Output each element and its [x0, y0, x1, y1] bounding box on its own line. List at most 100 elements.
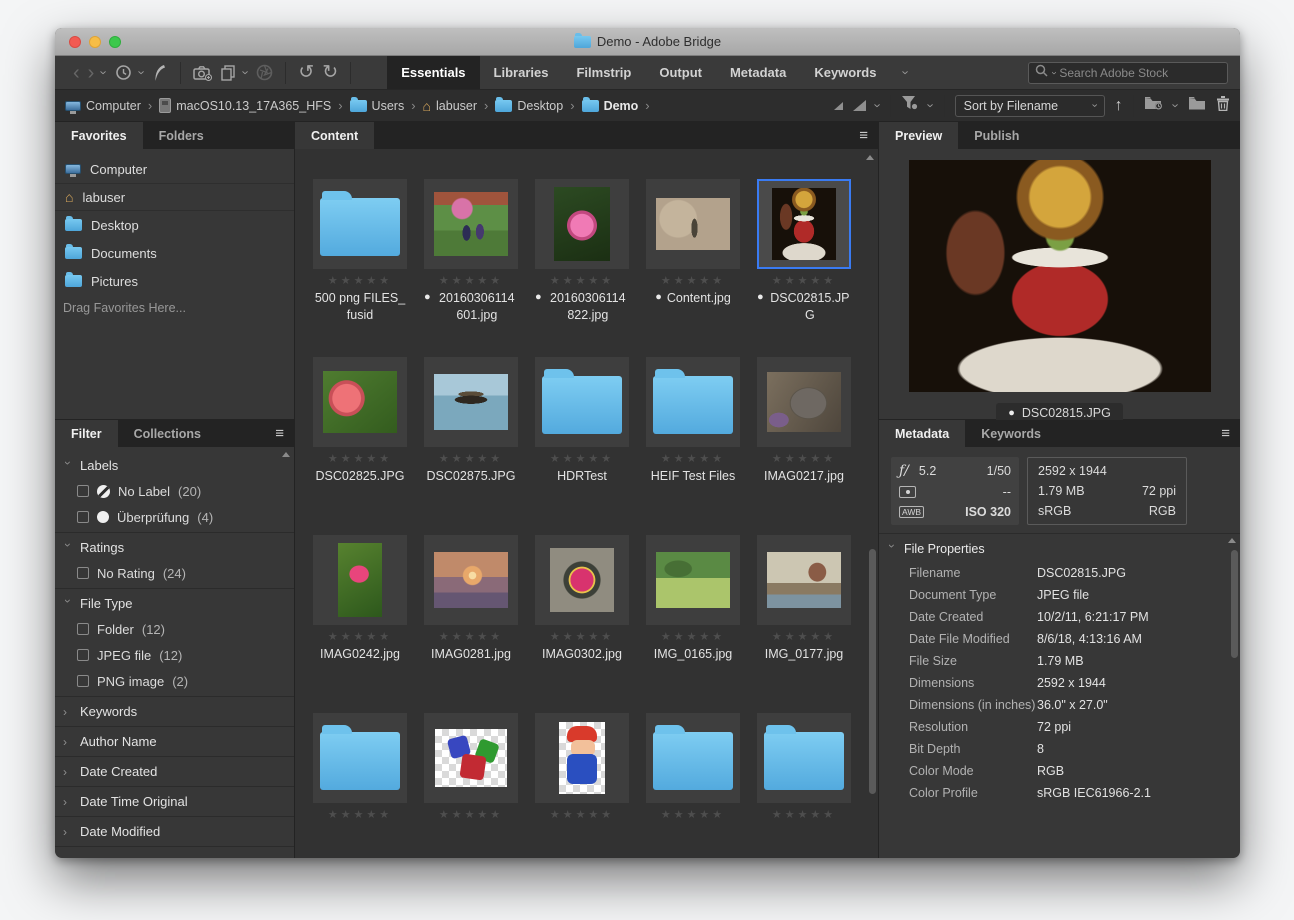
refine-aperture-icon[interactable] — [256, 64, 273, 81]
open-recent-icon[interactable] — [1144, 95, 1164, 116]
thumbnail-cell[interactable]: ★★★★★ — [535, 713, 629, 858]
thumbnail-card[interactable] — [757, 535, 851, 625]
rating-stars[interactable]: ★★★★★ — [661, 808, 725, 821]
filter-checkbox[interactable] — [77, 511, 89, 523]
filter-item[interactable]: PNG image(2) — [55, 668, 294, 694]
thumbnail-card[interactable] — [535, 357, 629, 447]
thumbnail-cell[interactable]: ★★★★★DSC02825.JPG — [313, 357, 407, 535]
filter-scroll-up-icon[interactable] — [282, 452, 290, 457]
metadata-menu-icon[interactable]: ≡ — [1221, 420, 1230, 447]
filter-item[interactable]: Überprüfung(4) — [55, 504, 294, 530]
thumbnail-cell[interactable]: ★★★★★ — [424, 713, 518, 858]
thumbnail-cell[interactable]: ★★★★★●20160306114601.jpg — [424, 179, 518, 357]
rating-stars[interactable]: ★★★★★ — [550, 808, 614, 821]
thumbnail-cell[interactable]: ★★★★★IMAG0217.jpg — [757, 357, 851, 535]
thumbnail-quality-icon[interactable] — [853, 100, 866, 111]
content-scroll-up-icon[interactable] — [866, 155, 874, 160]
thumbnail-card[interactable] — [535, 535, 629, 625]
workspace-tab-essentials[interactable]: Essentials — [387, 56, 479, 89]
thumbnail-quality-quick-icon[interactable] — [834, 102, 843, 110]
tab-favorites[interactable]: Favorites — [55, 122, 143, 149]
filter-rating-icon[interactable] — [901, 95, 919, 116]
thumbnail-cell[interactable]: ★★★★★IMAG0281.jpg — [424, 535, 518, 713]
minimize-window-button[interactable] — [89, 36, 101, 48]
file-property-value[interactable]: 8/6/18, 4:13:16 AM — [1037, 632, 1142, 646]
rating-stars[interactable]: ★★★★★ — [550, 452, 614, 465]
thumbnail-cell[interactable]: ★★★★★●Content.jpg — [646, 179, 740, 357]
thumbnail-cell[interactable]: ★★★★★●20160306114822.jpg — [535, 179, 629, 357]
sort-ascending-icon[interactable]: ↑ — [1115, 98, 1123, 114]
breadcrumb-item[interactable]: Users — [350, 99, 405, 113]
filter-section-header[interactable]: ›Date Modified — [55, 819, 294, 844]
rating-stars[interactable]: ★★★★★ — [661, 274, 725, 287]
sidebar-item-pictures[interactable]: Pictures — [55, 267, 294, 295]
thumbnail-card[interactable] — [535, 713, 629, 803]
rating-stars[interactable]: ★★★★★ — [661, 452, 725, 465]
filter-item[interactable]: No Label(20) — [55, 478, 294, 504]
file-property-value[interactable]: 72 ppi — [1037, 720, 1071, 734]
rating-stars[interactable]: ★★★★★ — [772, 808, 836, 821]
filter-section-header[interactable]: ›Author Name — [55, 729, 294, 754]
rating-stars[interactable]: ★★★★★ — [772, 630, 836, 643]
thumbnail-cell[interactable]: ★★★★★IMG_0177.jpg — [757, 535, 851, 713]
nav-dropdown-icon[interactable]: › — [98, 70, 111, 74]
file-property-value[interactable]: 10/2/11, 6:21:17 PM — [1037, 610, 1149, 624]
rating-stars[interactable]: ★★★★★ — [439, 452, 503, 465]
tab-content[interactable]: Content — [295, 122, 374, 149]
thumbnail-cell[interactable]: ★★★★★HDRTest — [535, 357, 629, 535]
filter-checkbox[interactable] — [77, 675, 89, 687]
filter-checkbox[interactable] — [77, 485, 89, 497]
filter-section-header[interactable]: ›Ratings — [55, 535, 294, 560]
metadata-scroll-up-icon[interactable] — [1228, 538, 1236, 543]
filter-checkbox[interactable] — [77, 649, 89, 661]
sidebar-item-computer[interactable]: Computer — [55, 155, 294, 183]
forward-icon[interactable]: › — [88, 63, 95, 83]
rating-stars[interactable]: ★★★★★ — [772, 452, 836, 465]
metadata-scrollbar[interactable] — [1231, 550, 1238, 658]
thumbnail-card[interactable] — [757, 713, 851, 803]
delete-trash-icon[interactable] — [1216, 95, 1230, 116]
undo-icon[interactable]: ↺ — [298, 63, 314, 82]
content-scrollbar[interactable] — [869, 549, 876, 794]
filter-section-header[interactable]: ›Labels — [55, 453, 294, 478]
file-property-value[interactable]: sRGB IEC61966-2.1 — [1037, 786, 1151, 800]
thumbnail-cell[interactable]: ★★★★★ — [757, 713, 851, 858]
thumbnail-card[interactable] — [646, 535, 740, 625]
rating-stars[interactable]: ★★★★★ — [439, 274, 503, 287]
import-from-camera-icon[interactable] — [193, 65, 212, 81]
thumbnail-cell[interactable]: ★★★★★ — [646, 713, 740, 858]
thumbnail-card[interactable] — [313, 535, 407, 625]
search-scope-icon[interactable]: › — [1049, 71, 1059, 74]
file-property-value[interactable]: 2592 x 1944 — [1037, 676, 1106, 690]
thumbnail-card[interactable] — [424, 357, 518, 447]
thumbnail-card[interactable] — [646, 179, 740, 269]
workspace-tab-keywords[interactable]: Keywords — [800, 56, 890, 89]
thumbnail-card[interactable] — [646, 357, 740, 447]
thumbnail-card[interactable] — [313, 713, 407, 803]
file-property-value[interactable]: JPEG file — [1037, 588, 1089, 602]
workspace-tab-metadata[interactable]: Metadata — [716, 56, 800, 89]
back-icon[interactable]: ‹ — [73, 63, 80, 83]
search-box[interactable]: › — [1028, 62, 1228, 84]
filter-item[interactable]: Folder(12) — [55, 616, 294, 642]
file-properties-header[interactable]: › File Properties — [879, 540, 1240, 562]
batch-dropdown-icon[interactable]: › — [240, 70, 253, 74]
rating-stars[interactable]: ★★★★★ — [439, 630, 503, 643]
thumbnail-cell[interactable]: ★★★★★DSC02875.JPG — [424, 357, 518, 535]
thumbnail-card[interactable] — [313, 179, 407, 269]
filter-dropdown-icon[interactable]: › — [925, 103, 938, 107]
quality-dropdown-icon[interactable]: › — [872, 103, 885, 107]
breadcrumb-item[interactable]: Demo — [582, 99, 639, 113]
rating-stars[interactable]: ★★★★★ — [550, 274, 614, 287]
filter-section-header[interactable]: ›File Type — [55, 591, 294, 616]
tab-collections[interactable]: Collections — [118, 420, 217, 447]
file-property-value[interactable]: 8 — [1037, 742, 1044, 756]
filter-menu-icon[interactable]: ≡ — [275, 420, 284, 447]
thumbnail-cell[interactable]: ★★★★★HEIF Test Files — [646, 357, 740, 535]
workspace-tab-libraries[interactable]: Libraries — [480, 56, 563, 89]
thumbnail-card[interactable] — [424, 535, 518, 625]
rating-stars[interactable]: ★★★★★ — [772, 274, 836, 287]
workspace-tab-output[interactable]: Output — [645, 56, 716, 89]
thumbnail-card[interactable] — [757, 357, 851, 447]
sidebar-item-desktop[interactable]: Desktop — [55, 211, 294, 239]
